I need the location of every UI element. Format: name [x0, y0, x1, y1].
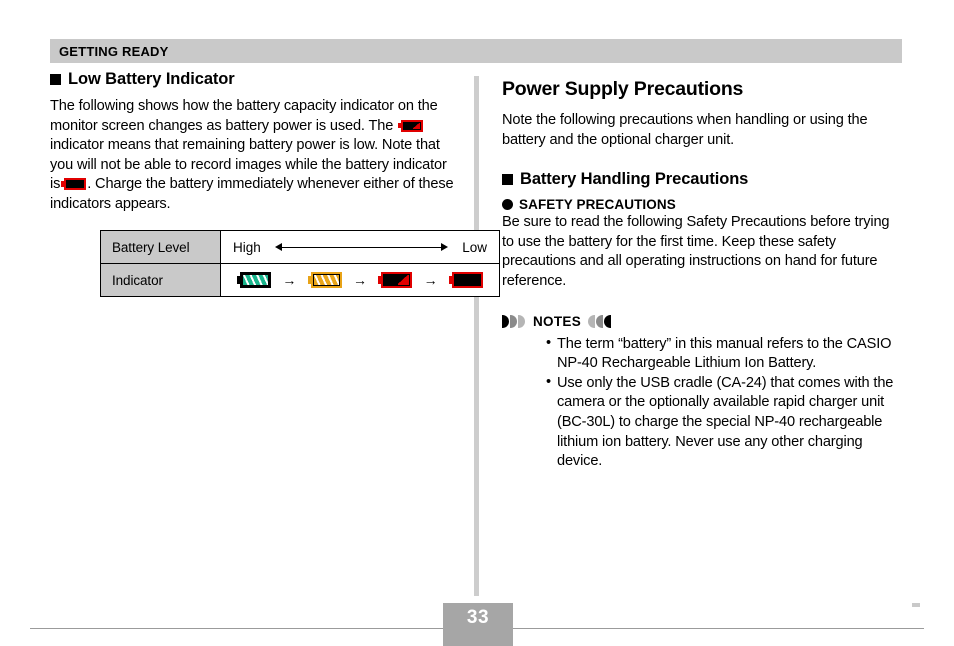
column-divider [474, 76, 479, 596]
safety-precautions-heading: SAFETY PRECAUTIONS [502, 197, 902, 212]
battery-full-green-icon [237, 272, 271, 288]
battery-level-scale: High Low [233, 240, 487, 255]
battery-wedge [397, 275, 410, 285]
battery-body [451, 272, 483, 288]
battery-handling-precautions-heading-text: Battery Handling Precautions [520, 170, 749, 189]
table-row-indicator: Indicator → → → [100, 263, 500, 297]
low-battery-body-part3: . Charge the battery immediately wheneve… [50, 176, 454, 212]
battery-low-red-icon [398, 119, 424, 132]
power-supply-precautions-title: Power Supply Precautions [502, 78, 744, 100]
battery-medium-orange-icon [307, 272, 342, 288]
list-item: The term “battery” in this manual refers… [546, 334, 902, 374]
black-circle-bullet-icon [502, 199, 513, 211]
page-number-box: 33 [443, 603, 920, 646]
safety-precautions-paragraph: Be sure to read the following Safety Pre… [502, 214, 890, 289]
battery-wedge [412, 122, 421, 129]
half-dot-gray-light-icon [518, 314, 525, 328]
battery-indicator-table: Battery Level High Low Indicator → → → [100, 230, 500, 297]
battery-body [240, 272, 271, 288]
level-low-label: Low [462, 239, 487, 255]
row-label-battery-level: Battery Level [100, 230, 221, 264]
battery-empty-red-icon [448, 272, 483, 288]
running-header-bar: GETTING READY [50, 39, 902, 63]
notes-heading: NOTES [502, 314, 902, 329]
half-dot-black-icon [604, 314, 612, 328]
page-number: 33 [466, 607, 490, 628]
battery-body [310, 272, 342, 288]
battery-empty-red-icon [61, 178, 87, 191]
battery-body [381, 272, 413, 288]
black-square-bullet-icon [50, 74, 61, 85]
black-square-bullet-icon [502, 174, 513, 186]
battery-stripes [243, 275, 268, 285]
battery-fill [454, 275, 480, 285]
arrow-head-right-icon [441, 243, 449, 251]
notes-label: NOTES [533, 313, 582, 329]
notes-right-ornament-icon [588, 314, 612, 328]
low-battery-body-paragraph: The following shows how the battery capa… [50, 97, 455, 215]
right-column: Power Supply Precautions Note the follow… [502, 70, 902, 472]
battery-body [64, 178, 87, 191]
battery-fill [67, 181, 84, 188]
indicator-sequence: → → → [233, 272, 487, 288]
low-battery-indicator-heading: Low Battery Indicator [50, 70, 455, 89]
left-column: Low Battery Indicator The following show… [50, 70, 500, 297]
battery-body [401, 119, 424, 132]
sequence-arrow-3-icon: → [423, 272, 438, 288]
row-label-indicator: Indicator [100, 263, 221, 297]
sequence-arrow-1-icon: → [282, 272, 297, 288]
two-column-body: Low Battery Indicator The following show… [0, 70, 954, 596]
low-battery-body-part1: The following shows how the battery capa… [50, 98, 438, 134]
table-row-battery-level: Battery Level High Low [100, 230, 500, 264]
notes-list: The term “battery” in this manual refers… [502, 334, 902, 472]
battery-handling-precautions-heading: Battery Handling Precautions [502, 170, 902, 189]
battery-low-red-icon [378, 272, 413, 288]
half-dot-gray-light-icon [588, 314, 596, 328]
low-battery-indicator-heading-text: Low Battery Indicator [68, 70, 235, 88]
half-dot-gray-dark-icon [510, 314, 517, 328]
page-number-notch [912, 603, 920, 607]
half-dot-gray-dark-icon [596, 314, 604, 328]
double-arrow-icon [274, 242, 449, 252]
power-supply-intro-paragraph: Note the following precautions when hand… [502, 112, 868, 148]
level-high-label: High [233, 239, 261, 255]
arrow-head-left-icon [274, 243, 282, 251]
safety-precautions-heading-text: SAFETY PRECAUTIONS [519, 197, 676, 213]
battery-stripes [313, 275, 339, 285]
sequence-arrow-2-icon: → [352, 272, 367, 288]
indicator-sequence-cell: → → → [220, 263, 500, 297]
running-header-text: GETTING READY [59, 43, 169, 59]
notes-left-ornament-icon [502, 314, 526, 328]
half-dot-black-icon [502, 314, 509, 328]
battery-level-scale-cell: High Low [220, 230, 500, 264]
list-item: Use only the USB cradle (CA-24) that com… [546, 373, 902, 472]
